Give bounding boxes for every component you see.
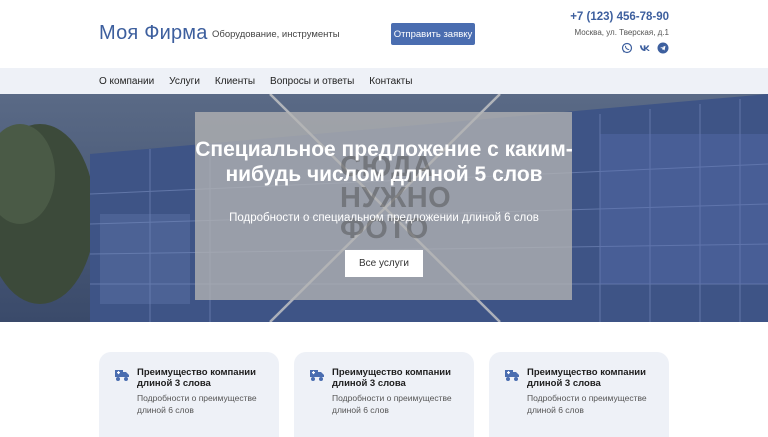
features-section: Преимущество компании длиной 3 слова Под… [0,322,768,437]
address-text: Москва, ул. Тверская, д.1 [574,28,669,37]
feature-card: Преимущество компании длиной 3 слова Под… [489,352,669,437]
send-request-button[interactable]: Отправить заявку [391,23,475,45]
nav-item-about[interactable]: О компании [99,76,154,87]
whatsapp-icon[interactable] [621,42,633,54]
telegram-icon[interactable] [657,42,669,54]
nav-item-services[interactable]: Услуги [169,76,200,87]
phone-number[interactable]: +7 (123) 456-78-90 [570,11,669,23]
hero-title: Специальное предложение с каким-нибудь ч… [195,138,573,186]
social-links [621,42,669,54]
hero-banner: СЮДА НУЖНО ФОТО Специальное предложение … [0,94,768,322]
site-logo[interactable]: Моя Фирма [99,22,208,45]
feature-card: Преимущество компании длиной 3 слова Под… [99,352,279,437]
vk-icon[interactable] [639,42,651,54]
nav-item-clients[interactable]: Клиенты [215,76,255,87]
feature-title: Преимущество компании длиной 3 слова [332,367,451,389]
site-tagline: Оборудование, инструменты [212,29,340,40]
feature-title: Преимущество компании длиной 3 слова [527,367,646,389]
truck-icon [114,367,130,383]
feature-card: Преимущество компании длиной 3 слова Под… [294,352,474,437]
feature-text: Подробности о преимуществе длиной 6 слов [527,393,647,415]
feature-text: Подробности о преимуществе длиной 6 слов [332,393,452,415]
site-header: Моя Фирма Оборудование, инструменты Отпр… [0,0,768,68]
truck-icon [504,367,520,383]
nav-item-contacts[interactable]: Контакты [369,76,412,87]
main-nav: О компании Услуги Клиенты Вопросы и отве… [0,68,768,94]
hero-subtitle: Подробности о специальном предложении дл… [229,212,539,224]
truck-icon [309,367,325,383]
nav-item-faq[interactable]: Вопросы и ответы [270,76,354,87]
feature-text: Подробности о преимуществе длиной 6 слов [137,393,257,415]
all-services-button[interactable]: Все услуги [345,250,423,277]
feature-title: Преимущество компании длиной 3 слова [137,367,256,389]
